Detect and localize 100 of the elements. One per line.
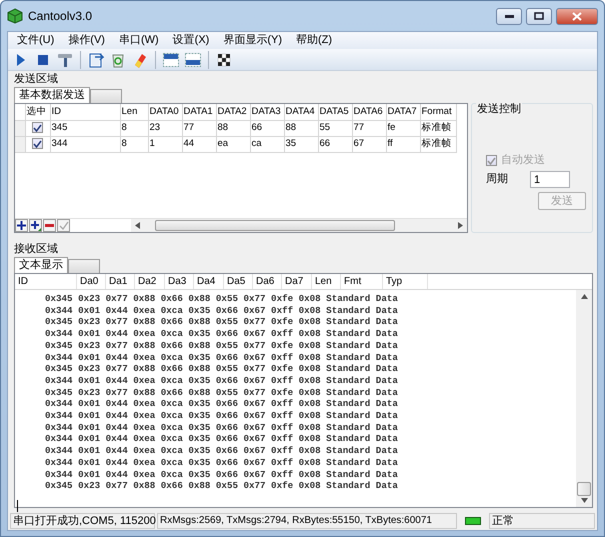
column-header[interactable]: DATA6 xyxy=(352,104,386,120)
tab[interactable]: 文本显示 xyxy=(14,257,68,273)
column-header[interactable]: Format xyxy=(420,104,456,120)
menu-item[interactable]: 串口(W) xyxy=(112,34,166,48)
check-icon[interactable] xyxy=(57,219,70,232)
group-label: 接收区域 xyxy=(13,242,59,255)
column-header[interactable]: Da1 xyxy=(106,274,135,289)
scrollbar-thumb[interactable] xyxy=(577,482,591,496)
log-line: 0x344 0x01 0x44 0xea 0xca 0x35 0x66 0x67 0xff 0x08 Standard Data xyxy=(45,468,399,480)
column-header[interactable]: 选中 xyxy=(25,104,50,120)
insert-icon[interactable] xyxy=(29,219,42,232)
menu-item[interactable]: 文件(U) xyxy=(10,34,62,48)
text-cursor xyxy=(17,500,18,512)
column-header[interactable]: Da2 xyxy=(135,274,165,289)
table-cell: ea xyxy=(216,136,250,152)
column-header[interactable]: DATA0 xyxy=(148,104,182,120)
menu-item[interactable]: 操作(V) xyxy=(61,34,112,48)
close-icon xyxy=(572,12,582,20)
column-header[interactable]: ID xyxy=(50,104,120,120)
menu-item[interactable]: 界面显示(Y) xyxy=(216,34,290,48)
log-line: 0x344 0x01 0x44 0xea 0xca 0x35 0x66 0x67 0xff 0x08 Standard Data xyxy=(45,445,399,457)
log-line: 0x345 0x23 0x77 0x88 0x66 0x88 0x55 0x77 0xfe 0x08 Standard Data xyxy=(45,386,399,398)
tab[interactable]: 基本数据发送 xyxy=(14,87,90,103)
log-line: 0x344 0x01 0x44 0xea 0xca 0x35 0x66 0x67 0xff 0x08 Standard Data xyxy=(45,456,399,469)
column-header[interactable]: Da6 xyxy=(253,274,282,289)
status-text: 正常 xyxy=(489,513,595,529)
column-header[interactable]: Da0 xyxy=(77,274,106,289)
column-header[interactable]: ID xyxy=(15,274,77,289)
checkered-flag-icon[interactable] xyxy=(215,50,233,68)
remove-icon[interactable] xyxy=(43,219,56,232)
log-line: 0x344 0x01 0x44 0xea 0xca 0x35 0x66 0x67 0xff 0x08 Standard Data xyxy=(45,410,399,422)
column-header[interactable]: DATA1 xyxy=(182,104,216,120)
table-cell: 344 xyxy=(50,136,120,152)
log-line: 0x345 0x23 0x77 0x88 0x66 0x88 0x55 0x77 0xfe 0x08 Standard Data xyxy=(45,316,399,328)
column-header[interactable]: Typ xyxy=(383,274,428,289)
log-line: 0x344 0x01 0x44 0xea 0xca 0x35 0x66 0x67 0xff 0x08 Standard Data xyxy=(45,304,399,316)
maximize-button[interactable] xyxy=(526,8,552,24)
checkbox[interactable] xyxy=(32,122,43,134)
table-cell: fe xyxy=(386,120,420,136)
table-cell: 88 xyxy=(284,120,318,136)
table-cell: 66 xyxy=(318,136,352,152)
table-cell: 35 xyxy=(284,136,318,152)
column-header[interactable]: Len xyxy=(120,104,148,120)
log-line: 0x344 0x01 0x44 0xea 0xca 0x35 0x66 0x67 0xff 0x08 Standard Data xyxy=(45,352,399,364)
checkbox[interactable] xyxy=(32,138,43,150)
period-label: 周期 xyxy=(486,173,509,186)
column-header[interactable]: Fmt xyxy=(341,274,383,289)
column-header[interactable]: Len xyxy=(312,274,341,289)
maximize-icon xyxy=(534,12,544,20)
scroll-down-icon[interactable] xyxy=(580,498,588,503)
table-cell: 23 xyxy=(148,120,182,136)
log-line: 0x344 0x01 0x44 0xea 0xca 0x35 0x66 0x67 0xff 0x08 Standard Data xyxy=(45,433,399,446)
scrollbar-thumb[interactable] xyxy=(155,220,395,231)
group-title: 发送控制 xyxy=(476,103,522,116)
panel-bottom-icon[interactable] xyxy=(184,50,202,68)
close-button[interactable] xyxy=(556,8,598,24)
scroll-left-icon[interactable] xyxy=(135,222,141,229)
panel-top-icon[interactable] xyxy=(162,50,180,68)
column-header[interactable]: DATA3 xyxy=(250,104,284,120)
table-cell: 77 xyxy=(352,120,386,136)
horizontal-scrollbar[interactable] xyxy=(131,219,467,232)
log-line: 0x345 0x23 0x77 0x88 0x66 0x88 0x55 0x77 0xfe 0x08 Standard Data xyxy=(45,340,399,352)
column-header[interactable]: Da5 xyxy=(224,274,253,289)
window-title: Cantoolv3.0 xyxy=(28,8,92,24)
table-cell: 66 xyxy=(250,120,284,136)
minimize-icon xyxy=(504,14,514,18)
log-line: 0x345 0x23 0x77 0x88 0x66 0x88 0x55 0x77 0xfe 0x08 Standard Data xyxy=(45,293,399,305)
column-header[interactable]: DATA2 xyxy=(216,104,250,120)
checkbox-label: 自动发送 xyxy=(501,154,545,168)
status-text: RxMsgs:2569, TxMsgs:2794, RxBytes:55150, TxBytes:60071 xyxy=(157,513,457,529)
column-header[interactable]: DATA5 xyxy=(318,104,352,120)
document-export-icon[interactable] xyxy=(87,50,105,68)
menu-item[interactable]: 帮助(Z) xyxy=(289,34,340,48)
column-header[interactable]: DATA7 xyxy=(386,104,420,120)
log-line: 0x344 0x01 0x44 0xea 0xca 0x35 0x66 0x67 0xff 0x08 Standard Data xyxy=(45,398,399,410)
table-cell: 88 xyxy=(216,120,250,136)
table-cell: 44 xyxy=(182,136,216,152)
menu-item[interactable]: 设置(X) xyxy=(166,34,216,48)
table-cell: 8 xyxy=(120,136,148,152)
log-line: 0x344 0x01 0x44 0xea 0xca 0x35 0x66 0x67 0xff 0x08 Standard Data xyxy=(45,328,399,340)
group-label: 发送区域 xyxy=(13,72,59,85)
column-header[interactable]: Da4 xyxy=(194,274,224,289)
minimize-button[interactable] xyxy=(496,8,522,24)
table-cell: 标准帧 xyxy=(420,120,456,136)
log-line: 0x345 0x23 0x77 0x88 0x66 0x88 0x55 0x77 0xfe 0x08 Standard Data xyxy=(45,363,399,375)
log-line: 0x345 0x23 0x77 0x88 0x66 0x88 0x55 0x77 0xfe 0x08 Standard Data xyxy=(45,480,399,492)
period-field[interactable]: 1 xyxy=(530,171,570,188)
table-cell: 8 xyxy=(120,120,148,136)
log-line: 0x344 0x01 0x44 0xea 0xca 0x35 0x66 0x67 0xff 0x08 Standard Data xyxy=(45,374,399,387)
status-led-icon xyxy=(465,517,481,525)
table-cell: 345 xyxy=(50,120,120,136)
scroll-up-icon[interactable] xyxy=(580,294,588,299)
table-cell: 55 xyxy=(318,120,352,136)
scroll-right-icon[interactable] xyxy=(457,222,463,229)
add-icon[interactable] xyxy=(15,219,28,232)
vertical-scrollbar[interactable] xyxy=(576,290,592,507)
column-header[interactable]: Da3 xyxy=(165,274,194,289)
column-header[interactable]: DATA4 xyxy=(284,104,318,120)
column-header[interactable]: Da7 xyxy=(282,274,312,289)
table-cell: ff xyxy=(386,136,420,152)
